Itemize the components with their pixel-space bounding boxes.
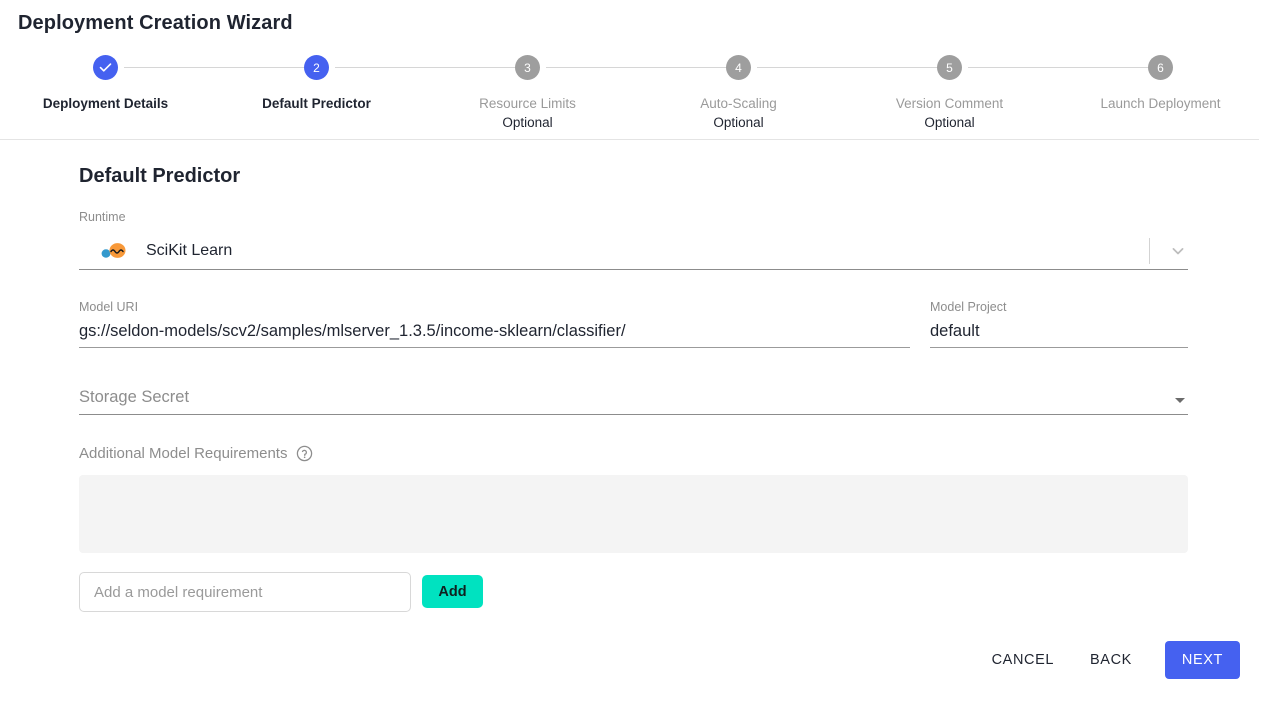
requirements-title: Additional Model Requirements (79, 445, 288, 462)
step-connector (334, 67, 528, 68)
runtime-divider (1149, 238, 1150, 264)
model-uri-input[interactable] (79, 322, 910, 348)
wizard-stepper: Deployment Details 2 Default Predictor 3… (0, 55, 1266, 130)
cancel-button[interactable]: CANCEL (976, 642, 1070, 678)
step-optional-3: Optional (502, 115, 553, 130)
step-optional-4: Optional (713, 115, 764, 130)
check-icon (99, 63, 112, 72)
caret-down-icon[interactable] (1175, 398, 1185, 403)
step-default-predictor[interactable]: 2 Default Predictor (211, 55, 528, 111)
model-project-input[interactable] (930, 322, 1188, 348)
step-label-6: Launch Deployment (1100, 96, 1221, 111)
runtime-value: SciKit Learn (146, 241, 233, 259)
requirement-input[interactable] (79, 572, 411, 612)
step-label-4: Auto-Scaling (700, 96, 777, 111)
model-project-label: Model Project (930, 300, 1007, 314)
section-title: Default Predictor (79, 165, 241, 187)
step-indicator-2: 2 (304, 55, 329, 80)
runtime-label: Runtime (79, 210, 126, 224)
default-predictor-form: Default Predictor Runtime SciKit Learn M… (79, 165, 1188, 612)
step-connector (123, 67, 317, 68)
back-button[interactable]: BACK (1074, 642, 1148, 678)
uri-project-row: Model URI Model Project (79, 300, 1188, 348)
scikit-learn-logo (101, 242, 126, 258)
step-label-5: Version Comment (895, 96, 1004, 111)
step-indicator-1 (93, 55, 118, 80)
step-label-1: Deployment Details (42, 96, 169, 111)
step-indicator-6: 6 (1148, 55, 1173, 80)
requirements-header: Additional Model Requirements (79, 445, 1188, 462)
model-project-field: Model Project (930, 300, 1188, 348)
add-requirement-row: Add (79, 572, 1188, 612)
step-label-2: Default Predictor (262, 96, 371, 111)
step-deployment-details[interactable]: Deployment Details (0, 55, 317, 111)
storage-secret-select[interactable]: Storage Secret (79, 388, 1188, 415)
step-connector (545, 67, 739, 68)
runtime-value-group: SciKit Learn (79, 241, 232, 261)
storage-secret-placeholder: Storage Secret (79, 388, 190, 406)
next-button[interactable]: NEXT (1164, 641, 1240, 679)
runtime-select[interactable]: SciKit Learn (79, 232, 1188, 270)
requirements-list (79, 475, 1188, 553)
step-connector (756, 67, 950, 68)
step-label-3: Resource Limits (479, 96, 576, 111)
header-divider (0, 139, 1259, 140)
step-indicator-5: 5 (937, 55, 962, 80)
step-optional-5: Optional (924, 115, 975, 130)
step-connector (967, 67, 1161, 68)
wizard-footer: CANCEL BACK NEXT (976, 641, 1240, 679)
help-circle-icon[interactable] (296, 445, 313, 462)
runtime-controls (1149, 235, 1188, 267)
page-title: Deployment Creation Wizard (18, 12, 293, 34)
chevron-down-icon[interactable] (1168, 241, 1188, 261)
model-uri-field: Model URI (79, 300, 910, 348)
step-indicator-4: 4 (726, 55, 751, 80)
add-requirement-button[interactable]: Add (422, 575, 483, 608)
model-uri-label: Model URI (79, 300, 139, 314)
step-indicator-3: 3 (515, 55, 540, 80)
step-launch-deployment[interactable]: 6 Launch Deployment (1055, 55, 1266, 111)
